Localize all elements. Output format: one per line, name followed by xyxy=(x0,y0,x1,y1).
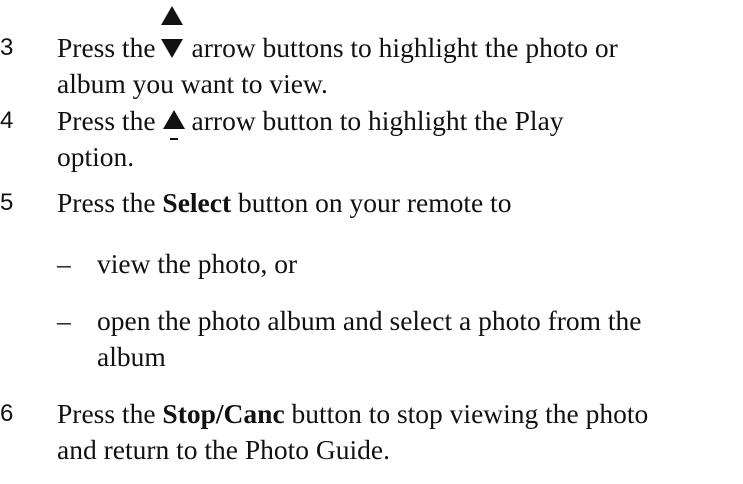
step-number: 5 xyxy=(0,189,14,216)
step-line: option. xyxy=(57,141,135,172)
dash: – xyxy=(57,305,71,336)
down-arrow-icon xyxy=(160,39,183,58)
step-text-part: arrow buttons to highlight the photo or xyxy=(191,32,618,63)
up-down-arrow-icon xyxy=(160,6,184,66)
step-text-part: Press the xyxy=(57,187,156,218)
up-arrow-shape xyxy=(162,110,185,129)
button-name: Stop/Canc xyxy=(162,398,285,429)
step-text: Press the arrow button to highlight the P… xyxy=(57,103,743,175)
bullet-line: open the photo album and select a photo … xyxy=(97,305,642,336)
step-number: 4 xyxy=(0,107,14,134)
button-name: Select xyxy=(162,187,232,218)
step-text: Press the Select button on your remote t… xyxy=(57,185,743,221)
arrow-underbar xyxy=(169,138,178,140)
instruction-page: 3 Press the arrow buttons to highlight th… xyxy=(0,0,743,484)
step-text: Press the arrow buttons to highlight the … xyxy=(57,6,743,102)
up-arrow-icon xyxy=(162,103,186,140)
step-line: Press the Stop/Canc button to stop viewi… xyxy=(57,396,743,432)
step-text: Press the Stop/Canc button to stop viewi… xyxy=(57,396,743,468)
step-text-part: Press the xyxy=(57,398,156,429)
step-text-part: Press the xyxy=(57,32,156,63)
step-line: album you want to view. xyxy=(57,68,328,99)
step-text-part: Press the xyxy=(57,105,156,136)
step-text-part: arrow button to highlight the Play xyxy=(191,105,564,136)
up-arrow-icon xyxy=(160,6,183,25)
bullet-text: view the photo, or xyxy=(97,248,298,279)
step-text-part: button to stop viewing the photo xyxy=(291,398,649,429)
step-number: 3 xyxy=(0,34,14,61)
step-line: Press the Select button on your remote t… xyxy=(57,185,743,221)
step-text-part: button on your remote to xyxy=(238,187,512,218)
dash: – xyxy=(57,248,71,279)
bullet-line: album xyxy=(97,341,166,372)
step-line: Press the arrow button to highlight the P… xyxy=(57,103,743,140)
bullet-text: open the photo album and select a photo … xyxy=(97,303,642,375)
step-line: and return to the Photo Guide. xyxy=(57,434,390,465)
step-line: Press the arrow buttons to highlight the … xyxy=(57,6,743,66)
step-number: 6 xyxy=(0,400,14,427)
